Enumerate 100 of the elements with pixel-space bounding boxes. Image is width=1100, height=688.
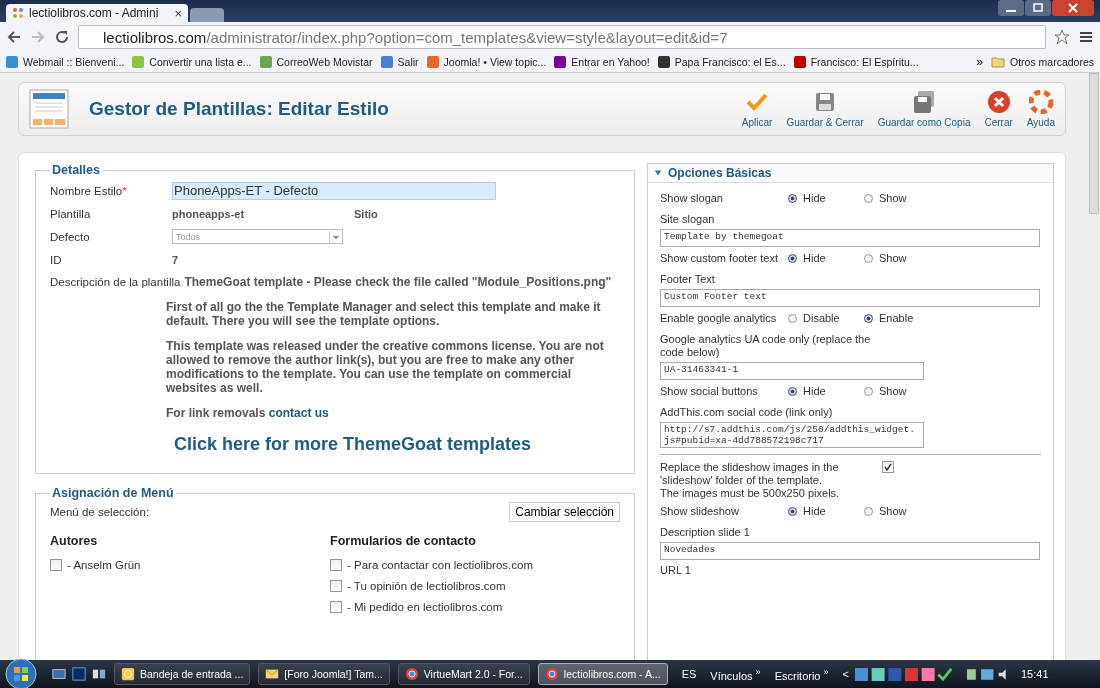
- checkbox[interactable]: [882, 461, 894, 473]
- option-label: Replace the slideshow images in the 'slideshow' folder of the template. The images must be 500x250 pixels.: [660, 461, 840, 500]
- radio-label: Enable: [879, 312, 914, 324]
- radio-label: Hide: [803, 505, 826, 517]
- text-area[interactable]: UA-31463341-1: [660, 362, 924, 380]
- section-legend: Detalles: [50, 163, 102, 177]
- field-label: Nombre Estilo*: [50, 184, 128, 197]
- bookmark[interactable]: Salir: [380, 56, 419, 68]
- radio-label: Hide: [803, 385, 826, 397]
- radio-button[interactable]: [788, 506, 797, 516]
- bookmark[interactable]: Francisco: El Espíritu...: [793, 56, 919, 68]
- radio-label: Disable: [803, 312, 840, 324]
- text-area[interactable]: Custom Footer text: [660, 289, 1040, 307]
- maximize-icon[interactable]: [1025, 0, 1051, 16]
- address-bar[interactable]: lectiolibros.com/administrator/index.php?option=com_templates&view=style&layout=edit&id=7: [78, 25, 1046, 49]
- reload-icon[interactable]: [54, 29, 70, 45]
- option-label: Enable google analytics: [660, 312, 778, 324]
- radio-label: Show: [879, 505, 907, 517]
- radio-label: Show: [879, 385, 907, 397]
- checkbox-label: - Anselm Grün: [67, 558, 141, 571]
- taskbar-toolbar[interactable]: Escritorio $^{»}$: [774, 666, 829, 682]
- tray-icons-drawing[interactable]: [855, 666, 955, 682]
- close-icon: [986, 90, 1011, 114]
- bookmark[interactable]: Webmail :: Bienveni...: [6, 56, 125, 68]
- star-icon[interactable]: [1054, 29, 1070, 45]
- close-icon[interactable]: [1052, 0, 1094, 16]
- desktop-icon[interactable]: [52, 667, 66, 681]
- bookmark[interactable]: Convertir una lista e...: [132, 56, 252, 68]
- style-name-field[interactable]: PhoneApps-ET - Defecto: [172, 181, 496, 200]
- option-label: URL 1: [660, 564, 692, 577]
- save-icon: [813, 90, 837, 114]
- taskbar-button[interactable]: lectiolibros.com - A...: [537, 663, 668, 685]
- bookmark[interactable]: Papa Francisco: el Es...: [657, 56, 786, 68]
- help-icon: [1028, 90, 1053, 114]
- radio-label: Hide: [803, 192, 826, 204]
- description-text: ThemeGoat template - Please check the file called "Module_Positions.png": [184, 275, 612, 289]
- language-indicator[interactable]: ES: [681, 668, 697, 680]
- text-area[interactable]: Novedades: [660, 542, 1040, 560]
- radio-label: Show: [879, 252, 907, 264]
- radio-button[interactable]: [788, 193, 797, 203]
- radio-button[interactable]: [788, 253, 797, 263]
- option-label: Description slide 1: [660, 526, 751, 539]
- radio-button[interactable]: [864, 193, 873, 203]
- folder-icon: [990, 56, 1005, 68]
- more-bookmarks-button[interactable]: »: [976, 55, 983, 69]
- option-label: Show custom footer text: [660, 252, 779, 264]
- bookmark[interactable]: Entrar en Yahoo!: [554, 56, 650, 68]
- field-value: Sitio: [354, 207, 378, 220]
- option-label: Footer Text: [660, 273, 716, 286]
- text-area[interactable]: http://s7.addthis.com/js/250/addthis_widget.js#pubid=xa-4dd788572198c717: [660, 422, 924, 448]
- toolbar-button[interactable]: Guardar como Copia: [873, 90, 975, 128]
- window-switch-icon[interactable]: [92, 667, 106, 681]
- close-tab-button[interactable]: ×: [174, 5, 182, 21]
- page-title: Gestor de Plantillas: Editar Estilo: [89, 98, 389, 120]
- radio-button[interactable]: [864, 253, 873, 263]
- menu-icon[interactable]: [1078, 29, 1094, 45]
- taskbar-button[interactable]: Bandeja de entrada ...: [114, 663, 251, 685]
- other-bookmarks-folder[interactable]: Otros marcadores: [990, 56, 1094, 68]
- minimize-icon[interactable]: [998, 0, 1024, 16]
- option-label: Google analytics UA code only (replace the code below): [660, 333, 872, 359]
- radio-button[interactable]: [864, 506, 873, 516]
- radio-button[interactable]: [864, 386, 873, 396]
- options-header[interactable]: Opciones Básicas: [648, 164, 1053, 183]
- checkbox[interactable]: [50, 558, 62, 571]
- field-label: ID: [50, 253, 63, 266]
- toolbar-button[interactable]: Cerrar: [980, 90, 1017, 128]
- templates-link[interactable]: Click here for more ThemeGoat templates: [174, 434, 620, 455]
- bookmark[interactable]: Joomla! • View topic...: [426, 56, 547, 68]
- change-selection-button[interactable]: Cambiar selección: [509, 502, 620, 522]
- template-icon: [29, 89, 69, 129]
- description-text: For link removals contact us: [166, 406, 330, 420]
- taskbar-button[interactable]: VirtueMart 2.0 - For...: [397, 663, 530, 685]
- checkbox[interactable]: [330, 579, 342, 592]
- toolbar-button[interactable]: Ayuda: [1022, 90, 1059, 128]
- checkbox[interactable]: [330, 600, 342, 613]
- back-icon[interactable]: [6, 29, 22, 45]
- radio-button[interactable]: [788, 386, 797, 396]
- radio-label: Hide: [803, 252, 826, 264]
- text-area[interactable]: Template by themegoat: [660, 229, 1040, 247]
- checkbox-label: - Para contactar con lectiolibros.com: [347, 558, 533, 571]
- field-label: Descripción de la plantilla: [50, 276, 181, 288]
- radio-button[interactable]: [788, 313, 797, 323]
- toolbar-button[interactable]: Guardar & Cerrar: [782, 90, 868, 128]
- option-label: Show slogan: [660, 192, 724, 204]
- browser-tab[interactable]: lectiolibros.com - Admini ×: [6, 4, 188, 22]
- taskbar-button[interactable]: [Foro Joomla!] Tam...: [258, 663, 390, 685]
- bookmark[interactable]: CorreoWeb Movistar: [259, 56, 373, 68]
- taskbar-toolbar[interactable]: Vínculos $^{»}$: [710, 666, 761, 682]
- field-label: Defecto: [50, 230, 91, 243]
- section-legend: Asignación de Menú: [50, 486, 176, 500]
- checkbox[interactable]: [330, 558, 342, 571]
- show-hidden-icons-button[interactable]: <: [842, 668, 849, 680]
- contact-link[interactable]: contact us: [268, 406, 329, 420]
- checkbox-label: - Mi pedido en lectiolibros.com: [347, 600, 503, 613]
- browser-icon: [404, 667, 419, 681]
- clock: 15:41: [1021, 668, 1049, 680]
- start-button[interactable]: [4, 657, 38, 688]
- radio-button[interactable]: [864, 313, 873, 323]
- toolbar-button[interactable]: Aplicar: [737, 90, 777, 128]
- option-label: Show slideshow: [660, 505, 740, 517]
